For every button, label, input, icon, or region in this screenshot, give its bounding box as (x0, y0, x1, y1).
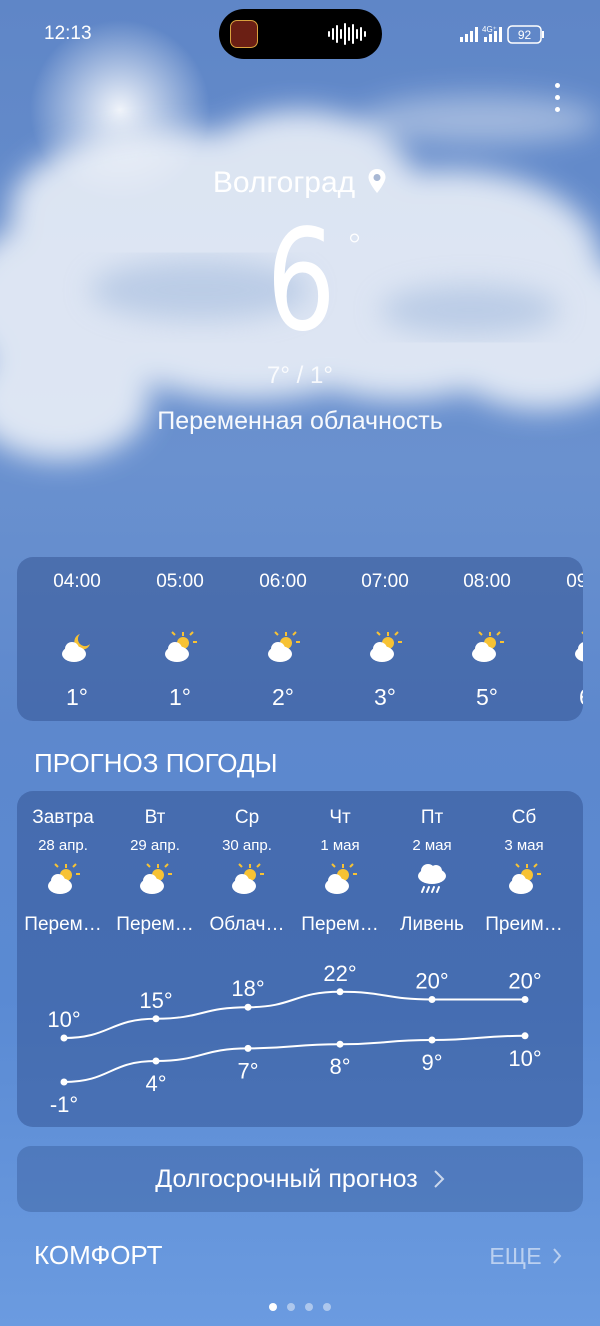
long-forecast-button[interactable]: Долгосрочный прогноз (17, 1146, 583, 1212)
degree-sign: ° (346, 227, 363, 267)
data-point-high (152, 1015, 160, 1023)
data-label-high: 15° (139, 988, 172, 1013)
data-label-high: 10° (47, 1007, 80, 1032)
data-label-high: 18° (231, 976, 264, 1001)
series-line-low (63, 1034, 526, 1083)
data-point-low (336, 1040, 344, 1048)
forecast-section-title: ПРОГНОЗ ПОГОДЫ (34, 748, 278, 778)
audio-wave-icon (328, 23, 366, 45)
long-forecast-label: Долгосрочный прогноз (155, 1165, 418, 1193)
data-point-low (152, 1057, 160, 1065)
page-indicator (0, 1298, 600, 1316)
current-condition: Переменная облачность (157, 407, 443, 435)
current-temperature: 6 ° (0, 212, 600, 352)
signal-icon (460, 27, 478, 42)
sun-cloud-icon (268, 631, 300, 662)
comfort-more-link[interactable]: ЕЩЕ (489, 1243, 562, 1270)
page-dot (323, 1303, 331, 1311)
temp-range: 7° / 1° (267, 362, 333, 389)
status-time: 12:13 (44, 23, 92, 44)
moon-cloud-icon (62, 634, 90, 662)
sun-cloud-icon (472, 631, 504, 662)
more-menu-button[interactable] (552, 83, 562, 117)
page-dot (305, 1303, 313, 1311)
data-label-low: 7° (237, 1058, 258, 1083)
data-label-high: 20° (415, 969, 448, 994)
comfort-section-title: КОМФОРТ (34, 1240, 163, 1270)
location-pin-icon (368, 169, 386, 193)
data-point-low (521, 1032, 529, 1040)
data-point-low (60, 1078, 68, 1086)
data-label-low: 4° (145, 1071, 166, 1096)
data-point-high (336, 988, 344, 996)
data-label-high: 22° (323, 961, 356, 986)
data-point-low (244, 1044, 252, 1052)
page-dot (287, 1303, 295, 1311)
battery-level: 92 (518, 28, 532, 42)
series-line-high (63, 990, 525, 1039)
chevron-right-icon (433, 1170, 445, 1188)
status-bar: 12:13 4G⁺ 92 (0, 0, 600, 66)
data-label-low: 10° (508, 1046, 541, 1071)
data-point-low (428, 1036, 436, 1044)
data-point-high (60, 1034, 68, 1042)
sun-cloud-icon (575, 631, 583, 662)
city-name: Волгоград (212, 166, 356, 199)
temperature-chart: 10° 15° 18° 22° 20° 20° -1° 4° 7° 8° 9° 10° (47, 961, 541, 1117)
page-dot (269, 1303, 277, 1311)
data-point-high (428, 996, 436, 1003)
hourly-forecast[interactable]: 04:00 1° 05:00 1° 06:00 2° 07:00 3° 08:0… (17, 557, 583, 721)
sun-cloud-icon (165, 631, 197, 662)
more-label: ЕЩЕ (489, 1243, 542, 1269)
media-app-icon[interactable] (230, 20, 258, 48)
daily-forecast[interactable]: Завтра 28 апр. Перем… Вт 29 апр. Перем… Ср… (17, 791, 583, 1127)
data-point-high (521, 996, 529, 1003)
chevron-right-icon (553, 1248, 562, 1264)
city-title[interactable]: Волгоград (0, 166, 600, 200)
data-label-high: 20° (508, 969, 541, 994)
dynamic-island[interactable] (219, 9, 382, 59)
sun-cloud-icon (370, 631, 402, 662)
data-label-low: -1° (50, 1092, 78, 1117)
data-point-high (244, 1003, 252, 1011)
system-icons: 4G⁺ 92 (460, 23, 560, 50)
data-label-low: 9° (421, 1050, 442, 1075)
current-temp-value: 6 (266, 200, 336, 363)
data-label-low: 8° (329, 1054, 350, 1079)
